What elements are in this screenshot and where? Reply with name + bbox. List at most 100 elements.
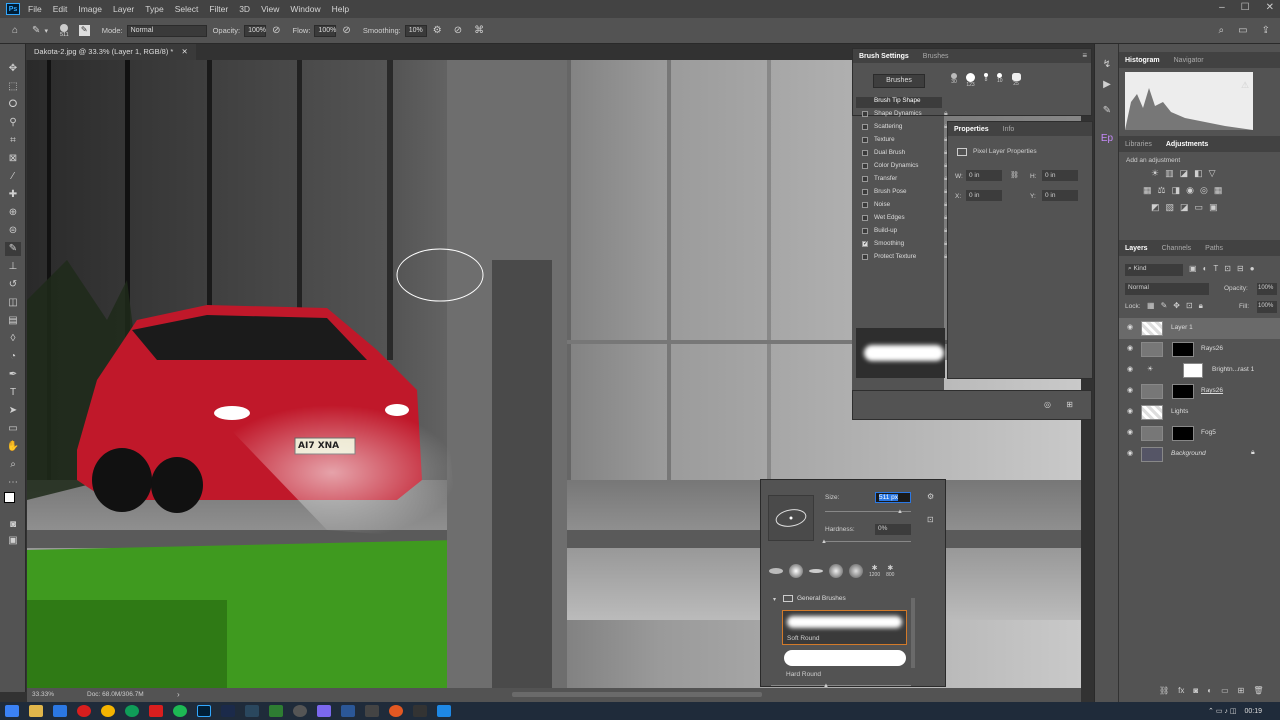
hand-tool-icon[interactable]: ✋: [5, 440, 21, 454]
preview-size-slider[interactable]: [771, 685, 911, 686]
tray-icons[interactable]: ⌃ ▭ ♪ ◫: [1208, 707, 1236, 715]
quick-select-tool-icon[interactable]: ⚲: [5, 116, 21, 130]
type-tool-icon[interactable]: T: [5, 386, 21, 400]
excel-icon[interactable]: [269, 705, 283, 717]
zoom-tool-icon[interactable]: ⌕: [5, 458, 21, 472]
layer-row[interactable]: ◉ Background 🔒︎: [1119, 444, 1280, 465]
texture-item[interactable]: Texture 🔒︎: [862, 136, 948, 143]
levels-icon[interactable]: ▥: [1165, 168, 1174, 179]
hardness-input[interactable]: 0%: [875, 524, 911, 535]
plugin-ep-icon[interactable]: Ep: [1099, 132, 1115, 146]
shape-dynamics-item[interactable]: Shape Dynamics 🔒︎: [862, 110, 948, 117]
search-icon[interactable]: ⌕: [1219, 25, 1225, 36]
app5-icon[interactable]: [413, 705, 427, 717]
layer-mask[interactable]: [1172, 342, 1194, 357]
lasso-tool-icon[interactable]: ⵔ: [5, 98, 21, 112]
layer-opacity-input[interactable]: 100%: [1257, 283, 1277, 295]
gear-icon[interactable]: ⚙: [433, 25, 442, 36]
mode-select[interactable]: Normal: [126, 24, 207, 37]
app2-icon[interactable]: [317, 705, 331, 717]
tab-info[interactable]: Info: [1003, 126, 1015, 133]
chrome-icon[interactable]: [101, 705, 115, 717]
fill-input[interactable]: 100%: [1257, 301, 1277, 313]
menu-type[interactable]: Type: [145, 4, 163, 14]
brush-tip-shape-item[interactable]: Brush Tip Shape: [874, 97, 921, 104]
lock-position-icon[interactable]: ✥: [1173, 301, 1180, 311]
marquee-tool-icon[interactable]: ⬚: [5, 80, 21, 94]
foreground-color-swatch[interactable]: [4, 492, 15, 503]
tab-adjustments[interactable]: Adjustments: [1166, 141, 1208, 148]
chevron-down-icon[interactable]: ▾: [773, 596, 776, 603]
menu-window[interactable]: Window: [290, 4, 320, 14]
pixel-filter-icon[interactable]: ▣: [1189, 264, 1197, 273]
chevron-right-icon[interactable]: ›: [177, 690, 180, 699]
lock-icon[interactable]: 🔒︎: [1251, 449, 1255, 457]
obs-icon[interactable]: [293, 705, 307, 717]
layer-mask[interactable]: [1172, 384, 1194, 399]
brightness-icon[interactable]: ☀: [1151, 168, 1159, 179]
layer-row[interactable]: ◉ Layer 1: [1119, 318, 1280, 339]
dodge-tool-icon[interactable]: ◔: [5, 350, 21, 364]
layer-mask[interactable]: [1172, 426, 1194, 441]
lock-transparency-icon[interactable]: ▦: [1147, 301, 1155, 311]
w-input[interactable]: 0 in: [966, 170, 1002, 181]
maximize-icon[interactable]: ☐: [1241, 2, 1250, 13]
tab-brush-settings[interactable]: Brush Settings: [859, 53, 909, 60]
menu-filter[interactable]: Filter: [209, 4, 228, 14]
new-adjustment-icon[interactable]: ◐: [1207, 686, 1212, 695]
smoothing-item[interactable]: ✓ Smoothing 🔒︎: [862, 240, 948, 247]
lock-icon[interactable]: 🔒︎: [944, 110, 948, 118]
vibrance-icon[interactable]: ▽: [1209, 168, 1216, 179]
eye-icon[interactable]: ◉: [1127, 386, 1136, 395]
eraser-tool-icon[interactable]: ◫: [5, 296, 21, 310]
tab-libraries[interactable]: Libraries: [1125, 141, 1152, 148]
app3-icon[interactable]: [365, 705, 379, 717]
menu-3d[interactable]: 3D: [239, 4, 250, 14]
brush-tip-8[interactable]: 8: [984, 73, 988, 88]
opera-icon[interactable]: [77, 705, 91, 717]
move-tool-icon[interactable]: ✥: [5, 62, 21, 76]
threshold-icon[interactable]: ◪: [1180, 202, 1189, 213]
tab-paths[interactable]: Paths: [1205, 245, 1223, 252]
exposure-icon[interactable]: ◧: [1194, 168, 1203, 179]
invert-icon[interactable]: ◩: [1151, 202, 1160, 213]
bw-icon[interactable]: ◨: [1172, 185, 1181, 196]
eye-icon[interactable]: ◉: [1127, 407, 1136, 416]
clock[interactable]: 00:19: [1244, 708, 1262, 715]
photoshop-taskbar-icon[interactable]: [197, 705, 211, 717]
hue-saturation-icon[interactable]: ▦: [1143, 185, 1152, 196]
pressure-size-icon[interactable]: ⊘: [454, 25, 462, 36]
fx-icon[interactable]: fx: [1178, 686, 1184, 695]
delete-layer-icon[interactable]: 🗑︎: [1253, 686, 1263, 695]
chevron-down-icon[interactable]: ▾: [44, 27, 48, 35]
workspace-icon[interactable]: ▭: [1238, 25, 1247, 36]
brush-angle-preview[interactable]: [768, 495, 814, 541]
layer-filter-kind[interactable]: ⌕ Kind: [1125, 264, 1183, 276]
brush-tip-25[interactable]: 25: [1011, 73, 1021, 88]
minimize-icon[interactable]: –: [1219, 2, 1225, 13]
tab-channels[interactable]: Channels: [1162, 245, 1192, 252]
pen-tool-icon[interactable]: ✒: [5, 368, 21, 382]
dual-brush-item[interactable]: Dual Brush 🔒︎: [862, 149, 948, 156]
soft-round-preset[interactable]: Soft Round: [782, 610, 907, 645]
gradient-tool-icon[interactable]: ▤: [5, 314, 21, 328]
layer-row[interactable]: ◉ Lights: [1119, 402, 1280, 423]
new-layer-icon[interactable]: ⊞: [1238, 686, 1245, 695]
preview-slider-handle-icon[interactable]: ▲: [823, 683, 829, 689]
hardness-slider-handle-icon[interactable]: ▲: [821, 539, 827, 545]
clone-stamp-tool-icon[interactable]: ⊥: [5, 260, 21, 274]
selective-color-icon[interactable]: ▣: [1209, 202, 1218, 213]
eye-icon[interactable]: ◉: [1127, 365, 1136, 374]
panel-menu-icon[interactable]: ≡: [1082, 51, 1087, 60]
menu-select[interactable]: Select: [175, 4, 199, 14]
tab-navigator[interactable]: Navigator: [1174, 57, 1204, 64]
edge-icon[interactable]: [125, 705, 139, 717]
smoothing-input[interactable]: 10%: [404, 24, 427, 37]
protect-texture-item[interactable]: Protect Texture 🔒︎: [862, 253, 948, 260]
eye-icon[interactable]: ◉: [1127, 428, 1136, 437]
gear-icon[interactable]: ⚙: [927, 492, 934, 501]
app-icon[interactable]: [149, 705, 163, 717]
brush-tip-grid[interactable]: 30 123 8 10 25: [951, 73, 1021, 88]
lightroom-icon[interactable]: [221, 705, 235, 717]
brush-pose-item[interactable]: Brush Pose 🔒︎: [862, 188, 948, 195]
